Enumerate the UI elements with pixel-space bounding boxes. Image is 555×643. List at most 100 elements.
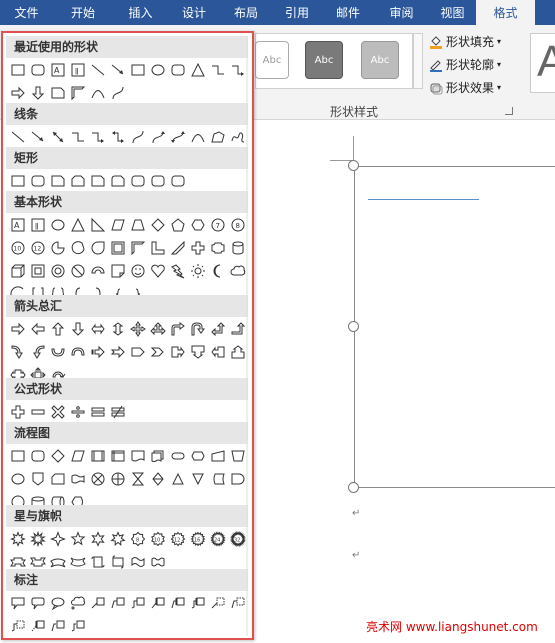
star10-shape-icon[interactable]: 10 [149, 530, 167, 548]
resize-handle-bottom-left[interactable] [348, 482, 359, 493]
tab-review[interactable]: 审阅 [374, 0, 429, 25]
ellipse-shape-icon[interactable] [149, 61, 167, 79]
arrowleft-shape-icon[interactable] [29, 320, 47, 338]
curve-shape-icon[interactable] [189, 128, 207, 146]
rect-shape-icon[interactable] [9, 447, 27, 465]
wave-shape-icon[interactable] [129, 553, 147, 571]
quadarrow-shape-icon[interactable] [129, 320, 147, 338]
snip2-shape-icon[interactable] [69, 172, 87, 190]
dcallout-shape-icon[interactable] [189, 343, 207, 361]
explosion1-shape-icon[interactable] [9, 530, 27, 548]
linecallout1b-shape-icon[interactable] [149, 594, 167, 612]
elbow-shape-icon[interactable] [209, 61, 227, 79]
merge-shape-icon[interactable] [189, 470, 207, 488]
tab-references[interactable]: 引用 [272, 0, 322, 25]
divide-shape-icon[interactable] [69, 403, 87, 421]
roundrect-shape-icon[interactable] [129, 172, 147, 190]
terminator-shape-icon[interactable] [169, 447, 187, 465]
curvedu-shape-icon[interactable] [49, 343, 67, 361]
internal-shape-icon[interactable] [109, 447, 127, 465]
diagstripe-shape-icon[interactable] [169, 239, 187, 257]
lightning-shape-icon[interactable] [169, 262, 187, 280]
smiley-shape-icon[interactable] [129, 262, 147, 280]
minus-shape-icon[interactable] [29, 403, 47, 421]
linecallout1d-shape-icon[interactable] [29, 617, 47, 635]
line-shape[interactable] [368, 199, 479, 200]
heptagon-shape-icon[interactable]: 7 [209, 216, 227, 234]
arrowline-shape-icon[interactable] [109, 61, 127, 79]
roundrect-shape-icon[interactable] [29, 61, 47, 79]
snip-shape-icon[interactable] [49, 172, 67, 190]
star12-shape-icon[interactable]: 12 [169, 530, 187, 548]
shape-effects-button[interactable]: 形状效果 ▾ [429, 79, 501, 96]
star24-shape-icon[interactable]: 24 [209, 530, 227, 548]
ovalcallout-shape-icon[interactable] [49, 594, 67, 612]
resize-handle-top-left[interactable] [348, 160, 359, 171]
ellipse-shape-icon[interactable] [49, 216, 67, 234]
linecallout1-shape-icon[interactable] [89, 594, 107, 612]
line-shape-icon[interactable] [89, 61, 107, 79]
linecallout2-shape-icon[interactable] [109, 594, 127, 612]
triangle-shape-icon[interactable] [69, 216, 87, 234]
explosion2-shape-icon[interactable] [29, 530, 47, 548]
heart-shape-icon[interactable] [149, 262, 167, 280]
sun-shape-icon[interactable] [189, 262, 207, 280]
shape-style-option-1[interactable]: Abc [255, 41, 289, 79]
curvedribbonup-shape-icon[interactable] [49, 553, 67, 571]
triangle-shape-icon[interactable] [189, 61, 207, 79]
parallelogram-shape-icon[interactable] [69, 447, 87, 465]
dodecagon-shape-icon[interactable]: 12 [29, 239, 47, 257]
donut-shape-icon[interactable] [49, 262, 67, 280]
vtextbox-shape-icon[interactable]: ǁ [29, 216, 47, 234]
multidoc-shape-icon[interactable] [149, 447, 167, 465]
linecallout2d-shape-icon[interactable] [49, 617, 67, 635]
elbowdbl-shape-icon[interactable] [109, 128, 127, 146]
plaque-shape-icon[interactable] [209, 239, 227, 257]
curvedribbondown-shape-icon[interactable] [69, 553, 87, 571]
tab-layout[interactable]: 布局 [220, 0, 272, 25]
cloudcallout-shape-icon[interactable] [69, 594, 87, 612]
arrowline-shape-icon[interactable] [29, 128, 47, 146]
roundcallout-shape-icon[interactable] [29, 594, 47, 612]
scurve-shape-icon[interactable] [109, 84, 127, 102]
shape-style-option-3[interactable]: Abc [361, 41, 399, 79]
halfframe-shape-icon[interactable] [69, 84, 87, 102]
linecallout3b-shape-icon[interactable] [189, 594, 207, 612]
sort-shape-icon[interactable] [149, 470, 167, 488]
linecallout3-shape-icon[interactable] [129, 594, 147, 612]
tab-design[interactable]: 设计 [168, 0, 220, 25]
star7-shape-icon[interactable] [109, 530, 127, 548]
curvedr-shape-icon[interactable] [9, 343, 27, 361]
diamond-shape-icon[interactable] [49, 447, 67, 465]
ribbondown-shape-icon[interactable] [29, 553, 47, 571]
document-shape-icon[interactable] [129, 447, 147, 465]
rect-shape-icon[interactable] [129, 61, 147, 79]
collate-shape-icon[interactable] [129, 470, 147, 488]
leftup-shape-icon[interactable] [209, 320, 227, 338]
textbox-shape-icon[interactable]: A [49, 61, 67, 79]
curve-shape-icon[interactable] [89, 84, 107, 102]
halfframe-shape-icon[interactable] [129, 239, 147, 257]
card-shape-icon[interactable] [49, 470, 67, 488]
offpage-shape-icon[interactable] [29, 470, 47, 488]
stored-shape-icon[interactable] [209, 470, 227, 488]
roundrect-shape-icon[interactable] [29, 172, 47, 190]
rectcallout-shape-icon[interactable] [9, 594, 27, 612]
frame-shape-icon[interactable] [109, 239, 127, 257]
plus-shape-icon[interactable] [9, 403, 27, 421]
pentagonarrow-shape-icon[interactable] [129, 343, 147, 361]
arrowlr-shape-icon[interactable] [89, 320, 107, 338]
textbox-shape-icon[interactable]: A [9, 216, 27, 234]
bentarrow-shape-icon[interactable] [169, 320, 187, 338]
chevron-shape-icon[interactable] [149, 343, 167, 361]
hexagon-shape-icon[interactable] [189, 216, 207, 234]
moon-shape-icon[interactable] [209, 262, 227, 280]
cross-shape-icon[interactable] [189, 239, 207, 257]
tab-view[interactable]: 视图 [429, 0, 476, 25]
chord-shape-icon[interactable] [69, 239, 87, 257]
stripedr-shape-icon[interactable] [89, 343, 107, 361]
pie-shape-icon[interactable] [49, 239, 67, 257]
decagon-shape-icon[interactable]: 10 [9, 239, 27, 257]
roundrect-shape-icon[interactable] [169, 61, 187, 79]
star5-shape-icon[interactable] [69, 530, 87, 548]
